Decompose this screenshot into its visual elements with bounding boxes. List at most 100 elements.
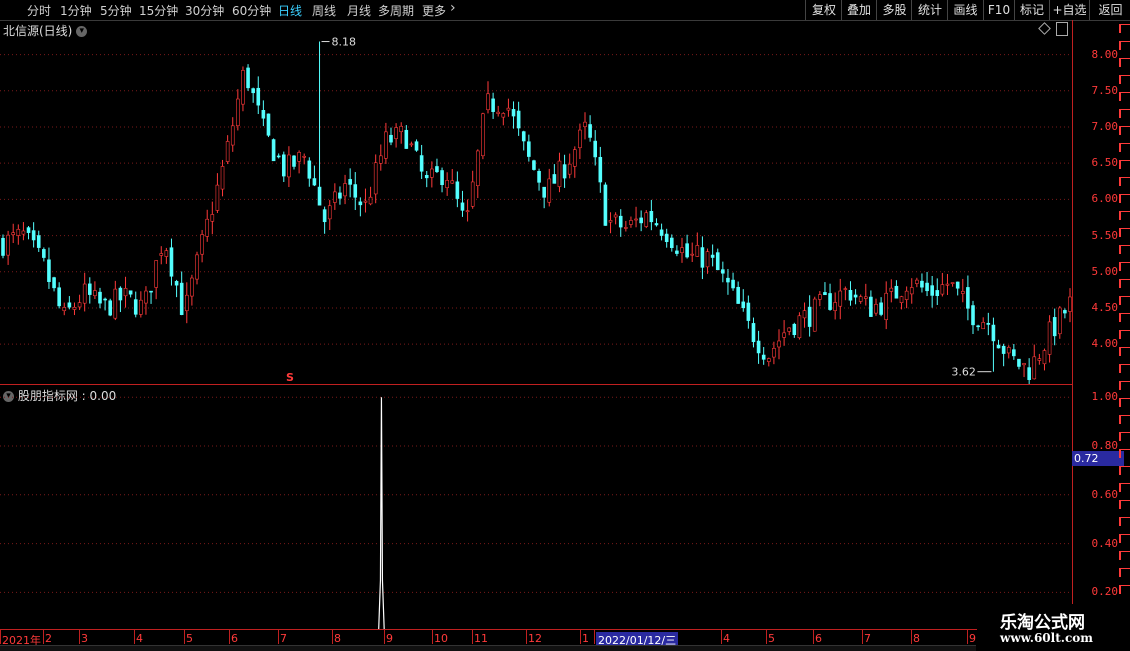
side-panel-edge-glyph [1119,143,1130,152]
price-axis-label: 7.00 [1091,119,1119,133]
candle-body [266,113,271,136]
candle-body [532,160,536,170]
period-tab-4[interactable]: 30分钟 [185,2,224,19]
time-axis-label: 12 [528,632,542,645]
time-axis-tick [813,630,814,644]
period-tab-10[interactable]: 更多 [422,2,446,19]
candle-body [363,200,368,203]
side-panel-edge-glyph [1119,551,1130,560]
indicator-axis-label: 0.40 [1091,536,1119,550]
toolbar-button-3[interactable]: 统计 [911,0,948,20]
candle-body [312,178,317,186]
candle-body [659,229,664,236]
candle-body [435,166,439,173]
candle-body [863,296,868,299]
side-panel-edge-glyph [1119,381,1130,390]
period-tab-6[interactable]: 日线 [278,2,302,19]
time-axis-tick [580,630,581,644]
candle-body [384,131,388,159]
side-panel-edge-glyph [1119,109,1130,118]
candle-body [230,125,235,146]
toolbar-button-2[interactable]: 多股 [876,0,912,20]
side-panel-edge-glyph [1119,75,1130,84]
candle-body [818,294,822,300]
price-axis-label: 5.50 [1091,228,1119,242]
candle-body [557,160,562,187]
candle-body [578,129,582,149]
candle-body [455,181,460,199]
time-axis-label: 5 [186,632,193,645]
side-panel-edge-glyph [1119,347,1130,356]
price-axis-label: 8.00 [1091,47,1119,61]
toolbar-button-6[interactable]: 标记 [1014,0,1049,20]
toolbar-button-1[interactable]: 叠加 [841,0,876,20]
indicator-chart[interactable] [0,385,1073,629]
candle-body [516,110,521,129]
price-axis-label: 5.00 [1091,264,1119,278]
candle-body [797,315,802,339]
candle-body [848,289,853,301]
period-tab-1[interactable]: 1分钟 [60,2,92,19]
x-axis-line [0,629,1130,630]
side-panel-edge-glyph [1119,126,1130,135]
price-axis-label: 6.00 [1091,192,1119,206]
candle-body [613,214,618,218]
candle-body [302,155,307,158]
side-panel-edge-glyph [1119,296,1130,305]
candle-body [874,303,878,314]
candle-body [220,166,225,190]
price-chart[interactable]: 8.18 3.62 S [0,22,1073,384]
more-chevron-icon[interactable]: › [450,0,456,16]
candle-body [695,245,700,257]
candle-body [154,260,158,288]
indicator-axis-label: 0.60 [1091,487,1119,501]
indicator-axis-label: 1.00 [1091,390,1119,404]
time-axis-tick [911,630,912,644]
candle-body [108,300,113,316]
watermark-url: www.60lt.com [1000,631,1093,645]
x-axis-scrollbar[interactable] [0,645,976,651]
candle-body [1017,358,1021,367]
toolbar-button-7[interactable]: +自选 [1049,0,1089,20]
period-tab-3[interactable]: 15分钟 [139,2,178,19]
candle-body [583,121,587,127]
candle-body [567,163,572,175]
period-tab-8[interactable]: 月线 [347,2,371,19]
candle-body [486,93,490,111]
candle-body [966,287,970,309]
time-axis-tick [967,630,968,644]
candle-body [996,344,1001,349]
candle-body [409,143,414,146]
side-panel-edge-glyph [1119,483,1130,492]
toolbar-button-0[interactable]: 复权 [805,0,842,20]
period-tab-9[interactable]: 多周期 [378,2,414,19]
toolbar-button-8[interactable]: 返回 [1089,0,1130,20]
candle-body [317,186,322,206]
period-tab-2[interactable]: 5分钟 [100,2,132,19]
candle-body [884,292,889,320]
side-panel-edge-glyph [1119,466,1130,475]
time-axis-tick [862,630,863,644]
candle-body [445,180,449,189]
period-tab-0[interactable]: 分时 [27,2,51,19]
candle-body [281,154,286,177]
candle-body [915,279,919,284]
period-tab-7[interactable]: 周线 [312,2,336,19]
candle-body [991,324,996,342]
candle-body [31,230,36,241]
time-axis-label: 8 [913,632,920,645]
toolbar-button-4[interactable]: 画线 [947,0,983,20]
toolbar-button-5[interactable]: F10 [983,0,1014,20]
current-value-text: 0.72 [1074,452,1099,465]
side-panel-edge-glyph [1119,211,1130,220]
candle-body [465,210,470,213]
period-tab-5[interactable]: 60分钟 [232,2,271,19]
time-axis-label: 7 [280,632,287,645]
candle-body [828,293,832,310]
candle-body [894,285,899,299]
candle-body [741,301,746,309]
candle-body [782,332,786,338]
candle-body [368,196,373,205]
candle-body [833,302,837,311]
candle-body [1,237,5,256]
